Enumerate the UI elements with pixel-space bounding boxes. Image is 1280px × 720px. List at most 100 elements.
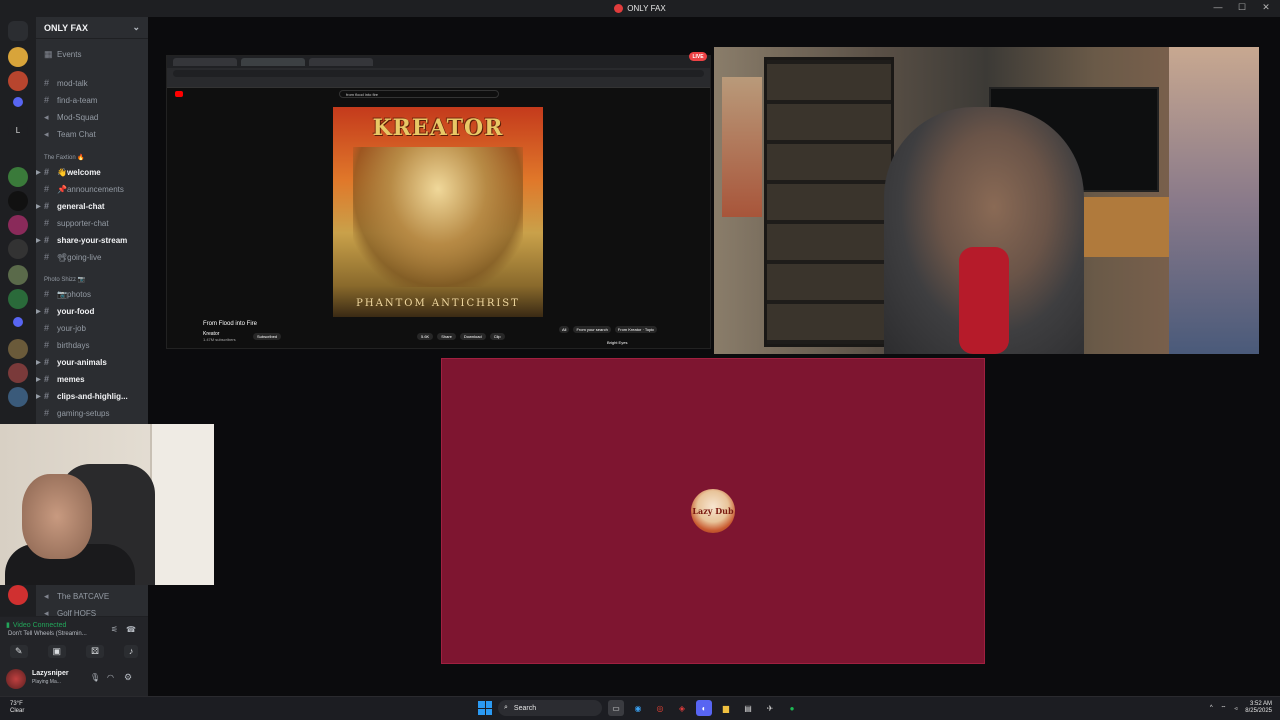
discord-icon[interactable]: ◐	[696, 700, 712, 716]
soundboard-icon[interactable]: ♪	[123, 645, 139, 658]
category-faxtion[interactable]: The Faxtion 🔥	[44, 154, 85, 161]
channel-birthdays[interactable]: # birthdays	[44, 340, 89, 350]
server-icon[interactable]	[8, 339, 28, 359]
channel-going-live[interactable]: # 📽going-live	[44, 252, 101, 262]
minimize-button[interactable]: —	[1212, 2, 1224, 13]
taskbar-search[interactable]: ⌕ Search	[498, 700, 602, 716]
speaker-icon: ◂	[44, 591, 49, 601]
folder-icon[interactable]	[13, 97, 23, 107]
album-band-logo: KREATOR	[372, 115, 504, 141]
edge-icon[interactable]: ◉	[630, 700, 646, 716]
screen-share-tile[interactable]: from flood into fire KREATOR PHANTOM ANT…	[166, 55, 711, 349]
channel-your-job[interactable]: # your-job	[44, 323, 86, 333]
discord-home-icon[interactable]	[8, 21, 28, 41]
browser-tab	[309, 58, 373, 66]
noise-suppression-icon[interactable]: ⚟	[111, 625, 118, 634]
camera-tile-main[interactable]	[714, 47, 1259, 354]
server-icon[interactable]	[8, 215, 28, 235]
weather-widget[interactable]: 73°F Clear	[10, 701, 24, 715]
channel-label: 📌announcements	[57, 184, 124, 194]
hash-icon: #	[44, 357, 50, 367]
server-icon[interactable]	[8, 387, 28, 407]
category-photos[interactable]: Photo Shizz 📷	[44, 276, 85, 283]
channel-team-chat[interactable]: ◂ Team Chat	[44, 129, 96, 140]
channel-photos[interactable]: # 📷photos	[44, 289, 91, 299]
browser-tab	[173, 58, 237, 66]
channel-your-food[interactable]: ▶ # your-food	[36, 306, 94, 316]
door	[150, 424, 214, 585]
channel-memes[interactable]: ▶ # memes	[36, 374, 85, 384]
calendar-icon: ▦	[44, 49, 53, 59]
volume-icon[interactable]: ◃	[1234, 705, 1237, 712]
server-icon[interactable]	[8, 71, 28, 91]
headphones-icon[interactable]: ◠	[107, 673, 114, 682]
server-icon-active[interactable]	[8, 585, 28, 605]
spotify-icon[interactable]: ●	[784, 700, 800, 716]
server-icon[interactable]	[8, 363, 28, 383]
youtube-header: from flood into fire	[167, 88, 710, 100]
store-icon[interactable]: ▤	[740, 700, 756, 716]
events-item[interactable]: ▦ Events	[44, 49, 81, 60]
youtube-search: from flood into fire	[339, 90, 499, 98]
server-header[interactable]: ONLY FAX ⌄	[36, 17, 148, 39]
video-meta: From Flood into Fire Kreator 1.47M subsc…	[203, 321, 257, 342]
steam-icon[interactable]: ✈	[762, 700, 778, 716]
screen-share-icon[interactable]: ▣	[47, 645, 67, 658]
server-icon[interactable]	[8, 289, 28, 309]
server-icon[interactable]	[8, 239, 28, 259]
app-icon[interactable]: ◈	[674, 700, 690, 716]
album-cover: KREATOR PHANTOM ANTICHRIST	[333, 107, 543, 317]
window-title-text: ONLY FAX	[627, 4, 666, 13]
avatar[interactable]	[6, 669, 26, 689]
window-controls: — ☐ ✕	[1212, 2, 1272, 13]
hash-icon: #	[44, 408, 50, 418]
channel-label: Mod-Squad	[57, 113, 99, 122]
channel-clips-and-highlights[interactable]: ▶ # clips-and-highlig...	[36, 391, 128, 401]
channel-label: share-your-stream	[57, 235, 128, 245]
channel-mod-talk[interactable]: # mod-talk	[44, 78, 88, 88]
window-titlebar: ONLY FAX — ☐ ✕	[0, 0, 1280, 17]
file-explorer-icon[interactable]: ▆	[718, 700, 734, 716]
disconnect-icon[interactable]: ☎	[126, 625, 136, 634]
channel-supporter-chat[interactable]: # supporter-chat	[44, 218, 109, 228]
voice-channel-batcave[interactable]: ◂ The BATCAVE	[44, 591, 109, 602]
channel-find-a-team[interactable]: # find-a-team	[44, 95, 97, 105]
chip-from-kreator: From Kreator · Topic	[614, 326, 658, 333]
participant-tile-avatar[interactable]: Lazy Dub	[441, 358, 985, 664]
channel-welcome[interactable]: ▶ # 👋welcome	[36, 167, 101, 177]
server-rail: L	[0, 17, 36, 696]
clock[interactable]: 3:52 AM 8/25/2025	[1245, 701, 1272, 715]
channel-general-chat[interactable]: ▶ # general-chat	[36, 201, 105, 211]
voice-actions: ✎ ▣ ⚄ ♪	[10, 645, 139, 658]
voice-channel-name[interactable]: Don't Tell Wheels (Streamin...	[8, 631, 87, 637]
server-icon[interactable]	[8, 47, 28, 67]
gaming-chair	[959, 247, 1009, 354]
maximize-button[interactable]: ☐	[1236, 2, 1248, 13]
channel-share-your-stream[interactable]: ▶ # share-your-stream	[36, 235, 128, 245]
microphone-icon[interactable]: 🎙	[90, 673, 100, 682]
server-icon[interactable]	[8, 265, 28, 285]
server-icon[interactable]	[8, 191, 28, 211]
folder-icon[interactable]	[13, 317, 23, 327]
close-button[interactable]: ✕	[1260, 2, 1272, 13]
chevron-right-icon: ▶	[36, 203, 41, 210]
windows-start-icon[interactable]	[478, 701, 492, 715]
camera-icon[interactable]: ✎	[10, 645, 28, 658]
channel-your-animals[interactable]: ▶ # your-animals	[36, 357, 107, 367]
chrome-icon[interactable]: ◎	[652, 700, 668, 716]
activity-icon[interactable]: ⚄	[86, 645, 104, 658]
gear-icon[interactable]: ⚙	[124, 672, 132, 683]
camera-tile-self[interactable]	[0, 424, 214, 585]
channel-announcements[interactable]: # 📌announcements	[44, 184, 124, 194]
wifi-icon[interactable]: ⌔	[1221, 704, 1227, 712]
channel-mod-squad[interactable]: ◂ Mod-Squad	[44, 112, 98, 123]
channel-label: Team Chat	[57, 130, 96, 139]
server-icon[interactable]	[8, 167, 28, 187]
channel-gaming-setups[interactable]: # gaming-setups	[44, 408, 109, 418]
hash-icon: #	[44, 78, 50, 88]
events-label: Events	[57, 50, 82, 59]
channel-label: 👋welcome	[57, 167, 101, 177]
server-icon-l[interactable]: L	[8, 121, 28, 141]
task-view-icon[interactable]: ▭	[608, 700, 624, 716]
chevron-up-icon[interactable]: ^	[1210, 705, 1213, 711]
